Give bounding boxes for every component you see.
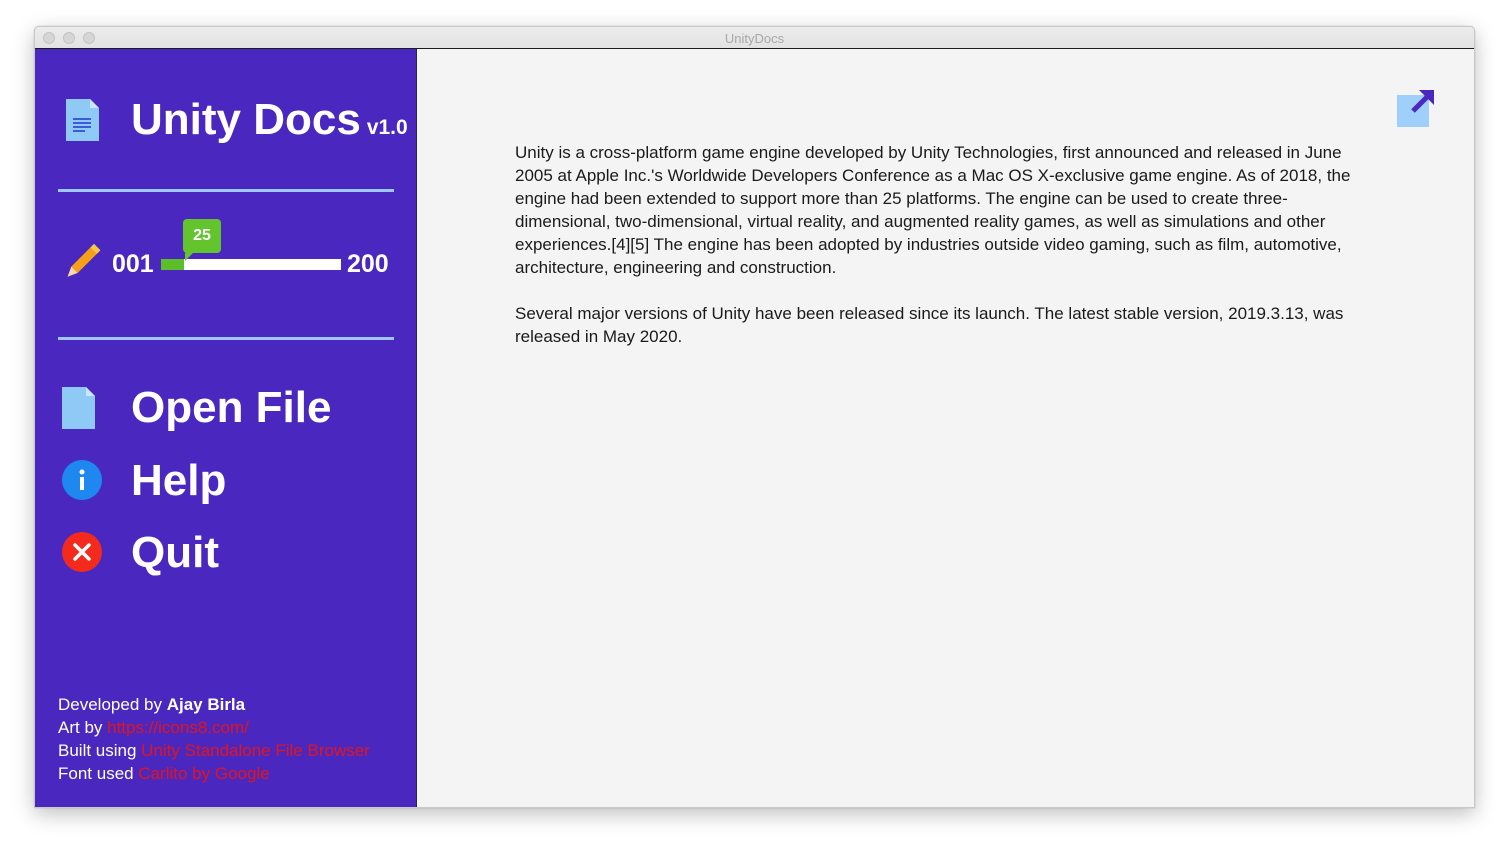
- credit-developer: Developed by Ajay Birla: [58, 693, 370, 716]
- app-title: Unity Docs v1.0: [131, 95, 408, 145]
- article-paragraph: Unity is a cross-platform game engine de…: [515, 143, 1351, 277]
- icons8-link[interactable]: https://icons8.com/: [107, 718, 249, 737]
- credits: Developed by Ajay Birla Art by https://i…: [58, 693, 370, 785]
- open-file-label: Open File: [131, 383, 332, 432]
- credit-developer-prefix: Developed by: [58, 695, 167, 714]
- credit-art-prefix: Art by: [58, 718, 108, 737]
- window-title: UnityDocs: [724, 31, 785, 46]
- divider-top: [58, 189, 394, 192]
- help-button[interactable]: Help: [62, 456, 392, 508]
- article-text: Unity is a cross-platform game engine de…: [515, 141, 1365, 371]
- slider-fill: [161, 259, 184, 270]
- slider-value-badge[interactable]: 25: [183, 219, 221, 261]
- close-icon: [62, 532, 102, 577]
- credit-art: Art by https://icons8.com/: [58, 716, 370, 739]
- quit-label: Quit: [131, 528, 219, 577]
- app-version: v1.0: [366, 116, 408, 139]
- developer-name: Ajay Birla: [166, 695, 246, 714]
- font-link[interactable]: Carlito by Google: [138, 764, 269, 783]
- pencil-icon: [62, 243, 102, 288]
- document-icon: [66, 99, 100, 146]
- range-min-label: 001: [112, 250, 154, 278]
- app-window: UnityDocs Unity Docs v1.0 001 25 200 Ope…: [34, 26, 1475, 808]
- divider-bottom: [58, 337, 394, 340]
- credit-font: Font used Carlito by Google: [58, 762, 370, 785]
- content-pane: Unity is a cross-platform game engine de…: [418, 49, 1474, 807]
- quit-button[interactable]: Quit: [62, 528, 392, 580]
- file-browser-link[interactable]: Unity Standalone File Browser: [141, 741, 370, 760]
- credit-font-prefix: Font used: [58, 764, 139, 783]
- range-max-label: 200: [347, 250, 389, 278]
- title-bar: UnityDocs: [35, 27, 1474, 49]
- external-link-icon[interactable]: [1395, 89, 1435, 134]
- app-name: Unity Docs: [131, 95, 361, 144]
- credit-built: Built using Unity Standalone File Browse…: [58, 739, 370, 762]
- info-icon: [62, 460, 102, 505]
- open-file-button[interactable]: Open File: [62, 383, 392, 435]
- help-label: Help: [131, 456, 227, 505]
- article-paragraph: Several major versions of Unity have bee…: [515, 304, 1344, 346]
- credit-built-prefix: Built using: [58, 741, 142, 760]
- sidebar: Unity Docs v1.0 001 25 200 Open File Hel…: [35, 49, 417, 807]
- file-icon: [62, 387, 96, 434]
